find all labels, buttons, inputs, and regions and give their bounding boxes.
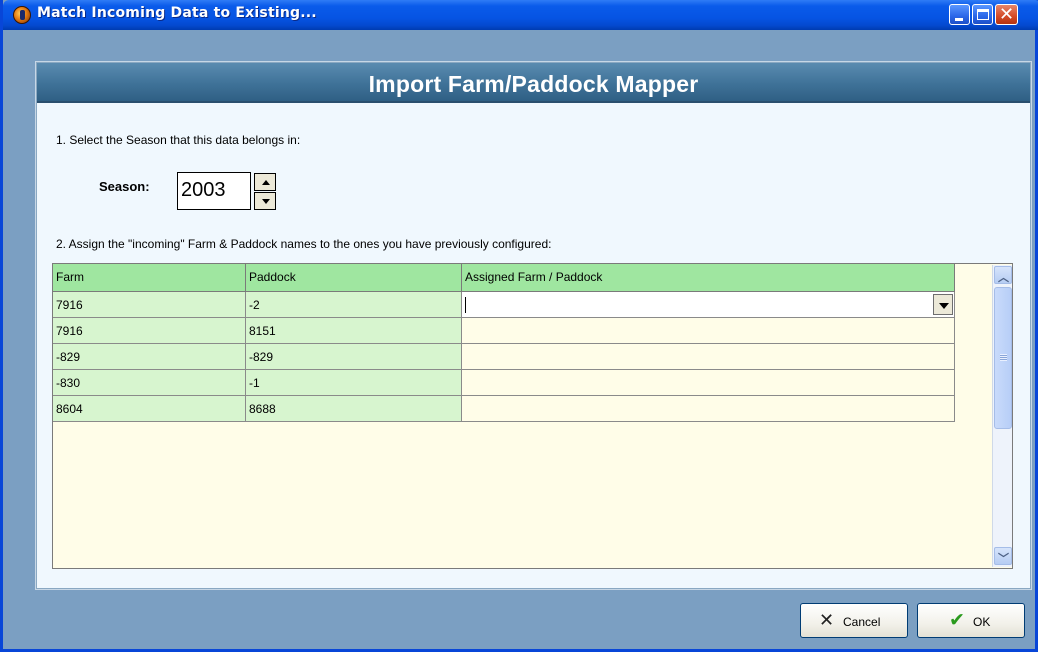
paddock-cell[interactable]: -2 — [246, 292, 462, 318]
column-header-assigned[interactable]: Assigned Farm / Paddock — [462, 264, 955, 292]
dropdown-button[interactable] — [933, 294, 953, 315]
page-title: Import Farm/Paddock Mapper — [368, 71, 699, 97]
season-input[interactable]: 2003 — [177, 172, 251, 210]
maximize-icon — [977, 9, 989, 20]
ok-button[interactable]: ✔ OK — [917, 603, 1025, 638]
cancel-button[interactable]: ✕ Cancel — [800, 603, 908, 638]
season-label: Season: — [99, 179, 150, 194]
season-increment-button[interactable] — [254, 173, 276, 191]
chevron-up-icon: ︿ — [998, 271, 1009, 284]
ok-label: OK — [973, 615, 991, 629]
scroll-down-button[interactable]: ﹀ — [994, 547, 1012, 565]
table-row[interactable]: 8604 8688 — [53, 396, 955, 422]
table-row[interactable]: 7916 8151 — [53, 318, 955, 344]
scroll-up-button[interactable]: ︿ — [994, 266, 1012, 284]
assigned-cell[interactable] — [462, 370, 955, 396]
app-icon[interactable] — [13, 6, 31, 24]
spin-down-icon — [262, 199, 270, 204]
scroll-thumb[interactable] — [994, 287, 1012, 429]
farm-cell[interactable]: 7916 — [53, 318, 246, 344]
season-value: 2003 — [181, 179, 226, 201]
paddock-cell[interactable]: 8151 — [246, 318, 462, 344]
mapping-grid: Farm Paddock Assigned Farm / Paddock 791… — [52, 263, 1013, 569]
maximize-button[interactable] — [972, 4, 993, 25]
checkmark-icon: ✔ — [949, 609, 965, 631]
assigned-dropdown[interactable] — [462, 292, 955, 318]
mapper-panel: Import Farm/Paddock Mapper 1. Select the… — [36, 62, 1031, 589]
cancel-x-icon: ✕ — [819, 610, 835, 631]
grip-icon — [1000, 354, 1007, 361]
spin-up-icon — [262, 180, 270, 185]
paddock-cell[interactable]: -1 — [246, 370, 462, 396]
farm-cell[interactable]: 7916 — [53, 292, 246, 318]
farm-cell[interactable]: -829 — [53, 344, 246, 370]
close-icon: ✕ — [999, 4, 1015, 25]
vertical-scrollbar[interactable]: ︿ ﹀ — [992, 265, 1012, 567]
table-row[interactable]: -830 -1 — [53, 370, 955, 396]
cancel-label: Cancel — [843, 615, 881, 629]
banner: Import Farm/Paddock Mapper — [37, 63, 1030, 103]
chevron-down-icon: ﹀ — [998, 552, 1009, 565]
chevron-down-icon — [939, 303, 949, 309]
close-button[interactable]: ✕ — [995, 4, 1018, 25]
text-caret — [465, 297, 466, 313]
table-row[interactable]: 7916 -2 — [53, 292, 955, 318]
column-header-paddock[interactable]: Paddock — [246, 264, 462, 292]
minimize-button[interactable] — [949, 4, 970, 25]
dialog-window: Match Incoming Data to Existing... ✕ Imp… — [0, 0, 1038, 652]
assigned-cell[interactable] — [462, 318, 955, 344]
farm-cell[interactable]: 8604 — [53, 396, 246, 422]
window-title: Match Incoming Data to Existing... — [37, 5, 317, 21]
season-decrement-button[interactable] — [254, 192, 276, 210]
paddock-cell[interactable]: 8688 — [246, 396, 462, 422]
table-row[interactable]: -829 -829 — [53, 344, 955, 370]
title-bar[interactable]: Match Incoming Data to Existing... ✕ — [3, 0, 1038, 30]
step1-instruction: 1. Select the Season that this data belo… — [56, 133, 301, 147]
step2-instruction: 2. Assign the "incoming" Farm & Paddock … — [56, 237, 552, 251]
assigned-cell[interactable] — [462, 396, 955, 422]
column-header-farm[interactable]: Farm — [53, 264, 246, 292]
farm-cell[interactable]: -830 — [53, 370, 246, 396]
grid-header: Farm Paddock Assigned Farm / Paddock — [53, 264, 955, 292]
assigned-cell[interactable] — [462, 344, 955, 370]
minimize-icon — [955, 18, 963, 21]
paddock-cell[interactable]: -829 — [246, 344, 462, 370]
